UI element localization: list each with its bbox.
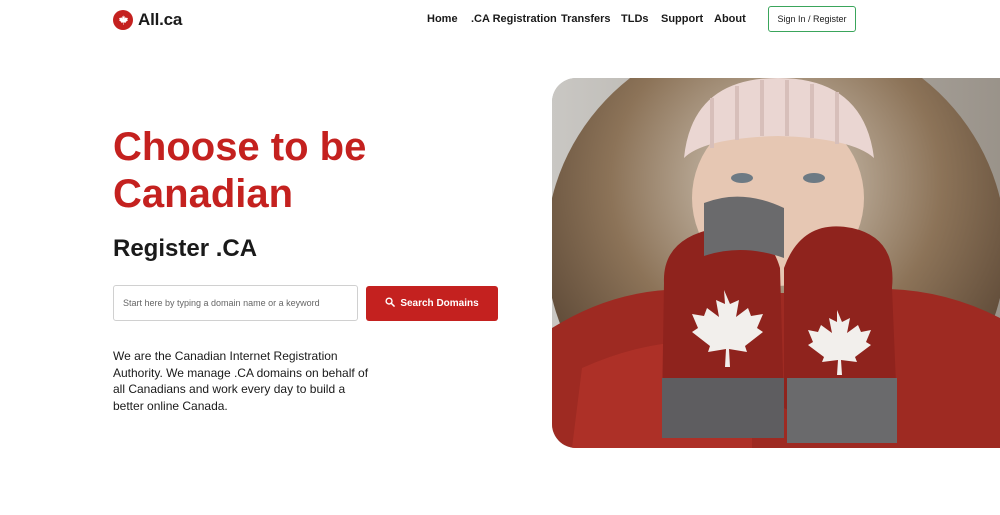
nav-ca-registration[interactable]: .CA Registration	[471, 13, 557, 25]
domain-search-input[interactable]	[113, 285, 358, 321]
nav-support[interactable]: Support	[661, 13, 703, 25]
hero-description: We are the Canadian Internet Registratio…	[113, 349, 369, 413]
hero-subtitle: Register .CA	[113, 235, 258, 262]
search-domains-button[interactable]: Search Domains	[366, 286, 498, 321]
search-icon	[385, 297, 396, 310]
logo[interactable]: All.ca	[113, 10, 182, 30]
hero-title: Choose to be Canadian	[113, 125, 367, 216]
logo-text: All.ca	[138, 10, 183, 29]
hero-photo	[552, 78, 1000, 448]
search-button-label: Search Domains	[400, 298, 479, 309]
nav-about[interactable]: About	[714, 13, 746, 25]
nav-transfers[interactable]: Transfers	[561, 13, 611, 25]
signin-register-button[interactable]: Sign In / Register	[768, 6, 856, 32]
nav-home[interactable]: Home	[427, 13, 458, 25]
nav-tlds[interactable]: TLDs	[621, 13, 649, 25]
maple-leaf-icon	[113, 10, 133, 30]
